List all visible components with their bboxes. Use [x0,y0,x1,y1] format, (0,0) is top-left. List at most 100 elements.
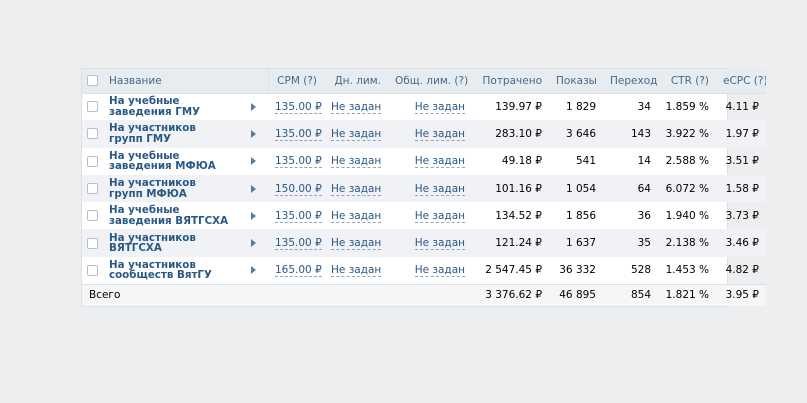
select-all-checkbox[interactable] [87,75,98,87]
day-limit-edit-link[interactable]: Не задан [331,127,382,141]
day-limit-cell: Не задан [324,120,388,147]
total-limit-edit-link[interactable]: Не задан [414,155,465,169]
impressions-cell: 1 856 [565,209,596,222]
cpm-edit-link[interactable]: 150.00 ₽ [275,182,322,196]
expand-arrow-icon[interactable] [250,102,256,111]
total-limit-edit-link[interactable]: Не задан [414,264,465,278]
ctr-cell: 2.588 % [665,155,709,168]
campaign-name-link[interactable]: На учебные заведения ГМУ [102,93,238,120]
row-checkbox[interactable] [87,183,98,195]
cpm-edit-link[interactable]: 165.00 ₽ [275,264,322,278]
expand-arrow-icon[interactable] [250,184,256,193]
spent-cell: 121.24 ₽ [495,237,542,250]
header-ecpc[interactable]: eCPC (?) [716,69,766,94]
cpm-cell: 150.00 ₽ [268,175,324,202]
total-limit-cell: Не задан [388,93,472,120]
expand-arrow-icon[interactable] [250,157,256,166]
total-ecpc: 3.95 ₽ [716,283,766,307]
cpm-edit-link[interactable]: 135.00 ₽ [275,100,322,114]
day-limit-edit-link[interactable]: Не задан [331,182,382,196]
cpm-cell: 135.00 ₽ [268,120,324,147]
total-limit-cell: Не задан [388,257,472,284]
ecpc-cell: 1.97 ₽ [725,127,759,140]
header-day-limit[interactable]: Дн. лим. [324,69,388,94]
header-cpm[interactable]: CPM (?) [268,69,324,94]
header-clicks[interactable]: Переходы [603,69,658,94]
cpm-cell: 165.00 ₽ [268,257,324,284]
clicks-cell: 528 [630,264,651,277]
day-limit-cell: Не задан [324,257,388,284]
total-limit-cell: Не задан [388,120,472,147]
ctr-cell: 1.859 % [665,100,709,113]
table-row: На учебные заведения МФЮА 135.00 ₽ Не за… [82,148,766,175]
ecpc-cell: 4.11 ₽ [725,100,759,113]
expand-arrow-icon[interactable] [250,266,256,275]
row-expand-cell [238,93,268,120]
header-total-limit[interactable]: Общ. лим. (?) [388,69,472,94]
impressions-cell: 3 646 [565,127,596,140]
cpm-edit-link[interactable]: 135.00 ₽ [275,127,322,141]
total-limit-edit-link[interactable]: Не задан [414,209,465,223]
ecpc-cell: 3.46 ₽ [725,237,759,250]
ctr-cell: 2.138 % [665,237,709,250]
header-spent[interactable]: Потрачено [472,69,549,94]
ctr-cell: 1.940 % [665,209,709,222]
row-checkbox[interactable] [87,155,98,167]
impressions-cell: 36 332 [559,264,596,277]
day-limit-edit-link[interactable]: Не задан [331,209,382,223]
table-row: На учебные заведения ГМУ 135.00 ₽ Не зад… [82,93,766,120]
cpm-edit-link[interactable]: 135.00 ₽ [275,209,322,223]
row-select-cell [82,93,102,120]
row-select-cell [82,229,102,256]
campaign-name-link[interactable]: На учебные заведения МФЮА [102,148,238,175]
expand-arrow-icon[interactable] [250,129,256,138]
campaigns-table: Название CPM (?) Дн. лим. Общ. лим. (?) … [82,69,766,307]
campaign-name-link[interactable]: На учебные заведения ВЯТГСХА [102,202,238,229]
header-name[interactable]: Название [102,69,238,94]
row-expand-cell [238,175,268,202]
table-row: На участников ВЯТГСХА 135.00 ₽ Не задан … [82,229,766,257]
total-spent: 3 376.62 ₽ [472,283,549,307]
cpm-cell: 135.00 ₽ [268,229,324,256]
campaign-name-link[interactable]: На участников групп МФЮА [102,175,238,202]
spent-cell: 2 547.45 ₽ [485,264,542,277]
ecpc-cell: 3.73 ₽ [725,209,759,222]
total-limit-edit-link[interactable]: Не задан [414,100,465,114]
day-limit-edit-link[interactable]: Не задан [331,155,382,169]
campaign-name-link[interactable]: На участников групп ГМУ [102,120,238,147]
campaign-name-link[interactable]: На участников ВЯТГСХА [102,229,238,256]
row-select-cell [82,257,102,284]
expand-arrow-icon[interactable] [250,211,256,220]
day-limit-edit-link[interactable]: Не задан [331,237,382,251]
total-limit-edit-link[interactable]: Не задан [414,182,465,196]
day-limit-cell: Не задан [324,93,388,120]
expand-arrow-icon[interactable] [250,239,256,248]
cpm-edit-link[interactable]: 135.00 ₽ [275,155,322,169]
impressions-cell: 541 [575,155,596,168]
day-limit-edit-link[interactable]: Не задан [331,264,382,278]
clicks-cell: 36 [637,209,651,222]
clicks-cell: 143 [630,127,651,140]
row-checkbox[interactable] [87,101,98,113]
ecpc-cell: 3.51 ₽ [725,155,759,168]
total-limit-edit-link[interactable]: Не задан [414,237,465,251]
cpm-edit-link[interactable]: 135.00 ₽ [275,237,322,251]
row-expand-cell [238,120,268,147]
day-limit-edit-link[interactable]: Не задан [331,100,382,114]
table-row: На участников групп ГМУ 135.00 ₽ Не зада… [82,120,766,148]
row-expand-cell [238,257,268,284]
row-checkbox[interactable] [87,264,98,276]
impressions-cell: 1 637 [565,237,596,250]
row-checkbox[interactable] [87,210,98,222]
clicks-cell: 35 [637,237,651,250]
table-header: Название CPM (?) Дн. лим. Общ. лим. (?) … [82,69,766,94]
clicks-cell: 34 [637,100,651,113]
row-checkbox[interactable] [87,237,98,249]
row-select-cell [82,175,102,202]
row-select-cell [82,120,102,147]
row-checkbox[interactable] [87,128,98,140]
header-ctr[interactable]: CTR (?) [658,69,716,94]
campaign-name-link[interactable]: На участников сообществ ВятГУ [102,257,238,284]
header-impressions[interactable]: Показы [549,69,603,94]
total-limit-edit-link[interactable]: Не задан [414,127,465,141]
